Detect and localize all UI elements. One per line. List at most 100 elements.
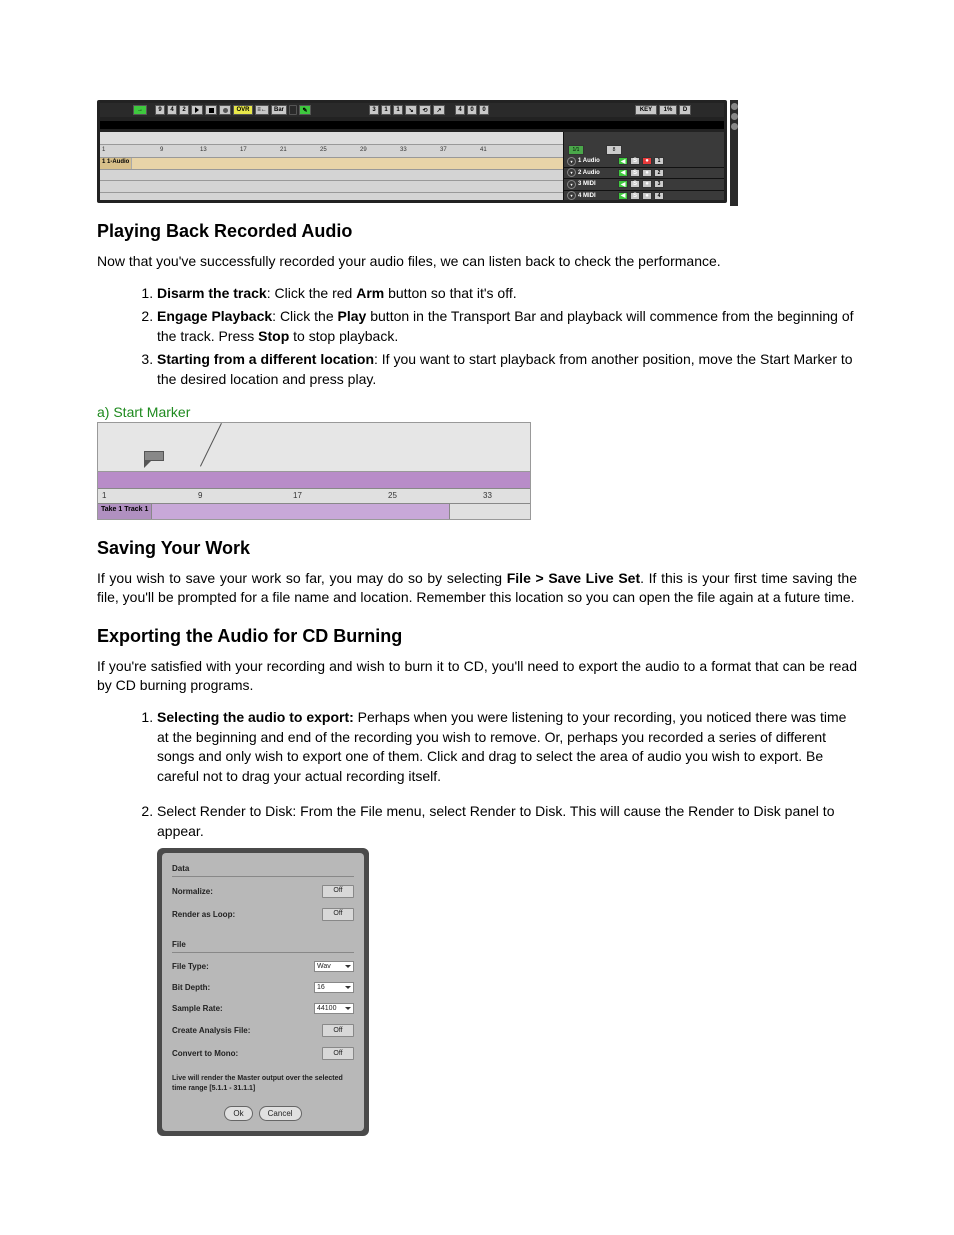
transport-digit: 2	[179, 105, 189, 115]
filetype-select[interactable]: Wav	[314, 961, 354, 972]
solo-icon[interactable]: S	[630, 157, 640, 165]
render-loop-toggle[interactable]: Off	[322, 908, 354, 921]
normalize-toggle[interactable]: Off	[322, 885, 354, 898]
ruler-tick: 21	[280, 147, 287, 153]
track-1-label: 1 1-Audio	[100, 158, 132, 169]
solo-icon[interactable]: S	[630, 192, 640, 200]
ruler-tick: 17	[240, 147, 247, 153]
clip-ruler[interactable]: 1 9 17 25 33	[98, 489, 530, 504]
track-fold-icon[interactable]: ▾	[567, 180, 576, 189]
list-item: Engage Playback: Click the Play button i…	[157, 307, 857, 346]
heading-exporting: Exporting the Audio for CD Burning	[97, 626, 857, 647]
track-activator-icon[interactable]: ◀	[618, 180, 628, 188]
saving-paragraph: If you wish to save your work so far, yo…	[97, 569, 857, 608]
pencil-icon[interactable]: ✎	[299, 105, 311, 115]
timeline-ruler[interactable]: 1 9 13 17 21 25 29 33 37 41	[100, 145, 563, 158]
track-num: 3	[654, 180, 664, 188]
loop-icon[interactable]: ⟲	[419, 105, 431, 115]
step-label: Selecting the audio to export:	[157, 709, 354, 725]
cpu-meter: 1%	[659, 105, 677, 115]
tempo-digit: 4	[455, 105, 465, 115]
bitdepth-select[interactable]: 16	[314, 982, 354, 993]
ok-button[interactable]: Ok	[224, 1106, 252, 1121]
side-indicator-dots	[730, 100, 738, 206]
arm-icon[interactable]: ●	[642, 157, 652, 165]
track-fold-icon[interactable]: ▾	[567, 157, 576, 166]
track-lane-3[interactable]	[100, 181, 563, 193]
stop-button[interactable]	[205, 105, 217, 115]
overview-strip[interactable]	[100, 121, 724, 129]
transport-digit: 4	[167, 105, 177, 115]
track-activator-icon[interactable]: ◀	[618, 157, 628, 165]
step-label: Engage Playback	[157, 308, 272, 324]
track-fold-icon[interactable]: ▾	[567, 168, 576, 177]
tempo-digit: 0	[479, 105, 489, 115]
ruler-tick: 33	[400, 147, 407, 153]
track-fold-icon[interactable]: ▾	[567, 191, 576, 200]
clip-region[interactable]: Take 1 Track 1	[98, 504, 530, 520]
mono-toggle[interactable]: Off	[322, 1047, 354, 1060]
track-lane-4[interactable]	[100, 193, 563, 201]
analysis-toggle[interactable]: Off	[322, 1024, 354, 1037]
track-header-1[interactable]: ▾ 1 Audio ◀ S ● 1	[564, 156, 724, 168]
arm-icon[interactable]: ●	[642, 169, 652, 177]
ruler-tick: 13	[200, 147, 207, 153]
filetype-label: File Type:	[172, 961, 209, 972]
list-item: Selecting the audio to export: Perhaps w…	[157, 708, 857, 786]
record-button[interactable]	[219, 105, 231, 115]
punch-out-icon[interactable]: ↗	[433, 105, 445, 115]
track-name: 2 Audio	[578, 170, 616, 176]
arrow-right-icon[interactable]: →	[133, 105, 147, 115]
list-item: Select Render to Disk: From the File men…	[157, 802, 857, 1136]
pointer-line-icon	[200, 423, 222, 467]
chevron-down-icon	[345, 986, 351, 989]
cancel-button[interactable]: Cancel	[259, 1106, 302, 1121]
punch-in-icon[interactable]: ↘	[405, 105, 417, 115]
render-dialog-screenshot: Data Normalize: Off Render as Loop: Off …	[157, 848, 369, 1137]
track-num: 2	[654, 169, 664, 177]
track-lane-1[interactable]: 1 1-Audio	[100, 158, 563, 170]
heading-saving: Saving Your Work	[97, 538, 857, 559]
track-name: 1 Audio	[578, 158, 616, 164]
track-lane-2[interactable]	[100, 170, 563, 182]
play-button[interactable]	[191, 105, 203, 115]
track-activator-icon[interactable]: ◀	[618, 169, 628, 177]
ruler-tick: 29	[360, 147, 367, 153]
solo-icon[interactable]: S	[630, 180, 640, 188]
samplerate-select[interactable]: 44100	[314, 1003, 354, 1014]
list-item: Disarm the track: Click the red Arm butt…	[157, 284, 857, 304]
scrub-area[interactable]	[100, 132, 563, 145]
bar-display[interactable]: Bar	[271, 105, 287, 115]
track-activator-icon[interactable]: ◀	[618, 192, 628, 200]
solo-icon[interactable]: S	[630, 169, 640, 177]
d-button[interactable]: D	[679, 105, 691, 115]
mono-label: Convert to Mono:	[172, 1048, 238, 1059]
dialog-section-header-data: Data	[172, 863, 354, 877]
quantize-box[interactable]: 1/1	[568, 145, 584, 155]
track-num: 4	[654, 192, 664, 200]
chevron-down-icon	[345, 1007, 351, 1010]
knob-icon[interactable]	[289, 105, 297, 115]
track-name: 4 MIDI	[578, 193, 616, 199]
step-label: Starting from a different location	[157, 351, 374, 367]
back-to-arrangement-icon[interactable]: ≡←	[255, 105, 269, 115]
track-header-2[interactable]: ▾ 2 Audio ◀ S ● 2	[564, 168, 724, 180]
samplerate-label: Sample Rate:	[172, 1003, 223, 1014]
bitdepth-label: Bit Depth:	[172, 982, 210, 993]
bars-box[interactable]: 8	[606, 145, 622, 155]
track-num: 1	[654, 157, 664, 165]
arm-icon[interactable]: ●	[642, 192, 652, 200]
ruler-tick: 25	[388, 491, 397, 500]
clip-overview-strip[interactable]	[98, 472, 530, 489]
track-name: 3 MIDI	[578, 181, 616, 187]
ovr-button[interactable]: OVR	[233, 105, 253, 115]
exporting-intro: If you're satisfied with your recording …	[97, 657, 857, 696]
track-header-3[interactable]: ▾ 3 MIDI ◀ S ● 3	[564, 179, 724, 191]
arm-icon[interactable]: ●	[642, 180, 652, 188]
ruler-tick: 9	[160, 147, 163, 153]
start-marker-handle[interactable]	[144, 451, 164, 469]
track-header-4[interactable]: ▾ 4 MIDI ◀ S ● 4	[564, 191, 724, 201]
key-button[interactable]: KEY	[635, 105, 657, 115]
list-item: Starting from a different location: If y…	[157, 350, 857, 389]
heading-playback: Playing Back Recorded Audio	[97, 221, 857, 242]
